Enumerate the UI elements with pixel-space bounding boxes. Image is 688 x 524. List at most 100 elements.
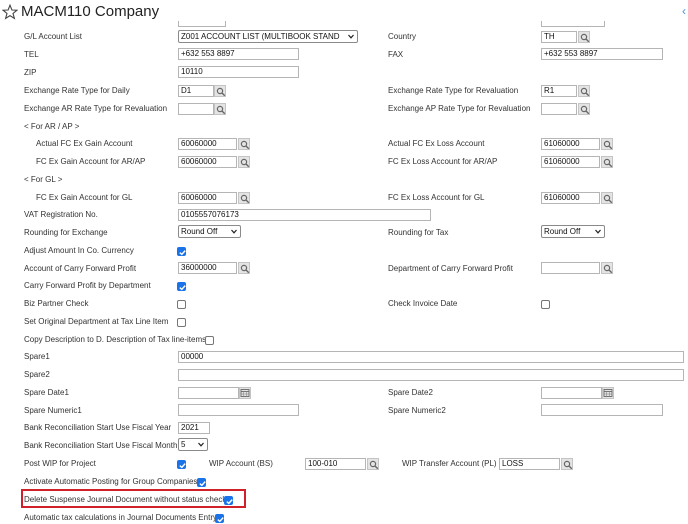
spare-date2-input[interactable]: [541, 387, 602, 399]
section-ar-ap: < For AR / AP >: [24, 122, 80, 131]
checkmark-icon: [198, 479, 207, 488]
spare-numeric1-input[interactable]: [178, 404, 299, 416]
delete-suspense-checkbox[interactable]: [224, 496, 233, 505]
post-wip-label: Post WIP for Project: [24, 459, 96, 468]
spare1-input[interactable]: 00000: [178, 351, 684, 363]
delete-suspense-label: Delete Suspense Journal Document without…: [24, 495, 227, 504]
spare-date1-calendar-button[interactable]: [239, 387, 251, 399]
page-title: MACM110 Company: [21, 3, 160, 20]
spare-date1-input[interactable]: [178, 387, 239, 399]
gain-arap-input[interactable]: 60060000: [178, 156, 237, 168]
ar-rate-reval-label: Exchange AR Rate Type for Revaluation: [24, 104, 168, 113]
ar-rate-reval-search-button[interactable]: [214, 103, 226, 115]
ap-rate-reval-input[interactable]: [541, 103, 577, 115]
loss-arap-search-button[interactable]: [601, 156, 613, 168]
wip-transfer-pl-search-button[interactable]: [561, 458, 573, 470]
spare1-label: Spare1: [24, 352, 50, 361]
rate-daily-search-button[interactable]: [214, 85, 226, 97]
copy-description-label: Copy Description to D. Description of Ta…: [24, 335, 207, 344]
check-invoice-date-label: Check Invoice Date: [388, 299, 458, 308]
carry-forward-account-label: Account of Carry Forward Profit: [24, 264, 137, 273]
chevron-down-icon: [347, 32, 355, 41]
spare-date2-label: Spare Date2: [388, 388, 433, 397]
country-search-button[interactable]: [578, 31, 590, 43]
spare-numeric2-input[interactable]: [541, 404, 663, 416]
chevron-down-icon: [594, 227, 602, 236]
gain-gl-input[interactable]: 60060000: [178, 192, 237, 204]
spare-date1-label: Spare Date1: [24, 388, 69, 397]
loss-arap-input[interactable]: 61060000: [541, 156, 600, 168]
tel-label: TEL: [24, 50, 39, 59]
carry-forward-dept-input[interactable]: [541, 262, 600, 274]
spare-numeric2-label: Spare Numeric2: [388, 406, 446, 415]
biz-partner-check-checkbox[interactable]: [177, 300, 186, 309]
actual-gain-label: Actual FC Ex Gain Account: [36, 139, 133, 148]
ar-rate-reval-input[interactable]: [178, 103, 214, 115]
spare-numeric1-label: Spare Numeric1: [24, 406, 82, 415]
search-icon: [603, 194, 613, 204]
vat-reg-label: VAT Registration No.: [24, 210, 98, 219]
loss-arap-label: FC Ex Loss Account for AR/AP: [388, 157, 498, 166]
actual-gain-search-button[interactable]: [238, 138, 250, 150]
biz-partner-check-label: Biz Partner Check: [24, 299, 89, 308]
ap-rate-reval-label: Exchange AP Rate Type for Revaluation: [388, 104, 531, 113]
wip-account-bs-search-button[interactable]: [367, 458, 379, 470]
search-icon: [580, 33, 590, 43]
carry-forward-dept-search-button[interactable]: [601, 262, 613, 274]
bank-fiscal-year-label: Bank Reconciliation Start Use Fiscal Yea…: [24, 423, 172, 432]
search-icon: [240, 140, 250, 150]
zip-label: ZIP: [24, 68, 37, 77]
check-invoice-date-checkbox[interactable]: [541, 300, 550, 309]
section-gl: < For GL >: [24, 175, 63, 184]
carry-forward-by-dept-checkbox[interactable]: [177, 282, 186, 291]
actual-gain-input[interactable]: 60060000: [178, 138, 237, 150]
actual-loss-search-button[interactable]: [601, 138, 613, 150]
rounding-tax-select[interactable]: Round Off: [541, 225, 605, 238]
rate-reval-search-button[interactable]: [578, 85, 590, 97]
post-wip-checkbox[interactable]: [177, 460, 186, 469]
vat-reg-input[interactable]: 0105557076173: [178, 209, 431, 221]
gl-account-list-label: G/L Account List: [24, 32, 82, 41]
loss-gl-input[interactable]: 61060000: [541, 192, 600, 204]
gain-arap-search-button[interactable]: [238, 156, 250, 168]
spare2-input[interactable]: [178, 369, 684, 381]
carry-forward-account-search-button[interactable]: [238, 262, 250, 274]
search-icon: [603, 158, 613, 168]
rate-reval-label: Exchange Rate Type for Revaluation: [388, 86, 519, 95]
bank-fiscal-year-input[interactable]: 2021: [178, 422, 210, 434]
tel-input[interactable]: +632 553 8897: [178, 48, 299, 60]
activate-auto-posting-checkbox[interactable]: [197, 478, 206, 487]
loss-gl-search-button[interactable]: [601, 192, 613, 204]
search-icon: [240, 194, 250, 204]
clipped-field: [178, 21, 226, 27]
copy-description-checkbox[interactable]: [205, 336, 214, 345]
fax-input[interactable]: +632 553 8897: [541, 48, 663, 60]
rounding-exchange-select[interactable]: Round Off: [178, 225, 241, 238]
actual-loss-input[interactable]: 61060000: [541, 138, 600, 150]
checkmark-icon: [178, 461, 187, 470]
zip-input[interactable]: 10110: [178, 66, 299, 78]
carry-forward-by-dept-label: Carry Forward Profit by Department: [24, 281, 151, 290]
spare-date2-calendar-button[interactable]: [602, 387, 614, 399]
wip-transfer-pl-input[interactable]: LOSS: [499, 458, 560, 470]
search-icon: [216, 87, 226, 97]
wip-account-bs-input[interactable]: 100-010: [305, 458, 366, 470]
gl-account-list-value: Z001 ACCOUNT LIST (MULTIBOOK STAND: [181, 32, 340, 41]
collapse-icon[interactable]: ‹: [682, 4, 688, 18]
rate-reval-input[interactable]: R1: [541, 85, 577, 97]
rate-daily-input[interactable]: D1: [178, 85, 214, 97]
rounding-tax-value: Round Off: [544, 227, 581, 236]
star-icon[interactable]: [2, 4, 18, 20]
country-input[interactable]: TH: [541, 31, 577, 43]
gain-gl-search-button[interactable]: [238, 192, 250, 204]
gl-account-list-select[interactable]: Z001 ACCOUNT LIST (MULTIBOOK STAND: [178, 30, 358, 43]
checkmark-icon: [216, 515, 225, 524]
wip-account-bs-label: WIP Account (BS): [209, 459, 273, 468]
search-icon: [216, 105, 226, 115]
carry-forward-account-input[interactable]: 36000000: [178, 262, 237, 274]
bank-fiscal-month-select[interactable]: 5: [178, 438, 208, 451]
ap-rate-reval-search-button[interactable]: [578, 103, 590, 115]
clipped-field: [541, 21, 605, 27]
set-original-dept-checkbox[interactable]: [177, 318, 186, 327]
adjust-amount-checkbox[interactable]: [177, 247, 186, 256]
